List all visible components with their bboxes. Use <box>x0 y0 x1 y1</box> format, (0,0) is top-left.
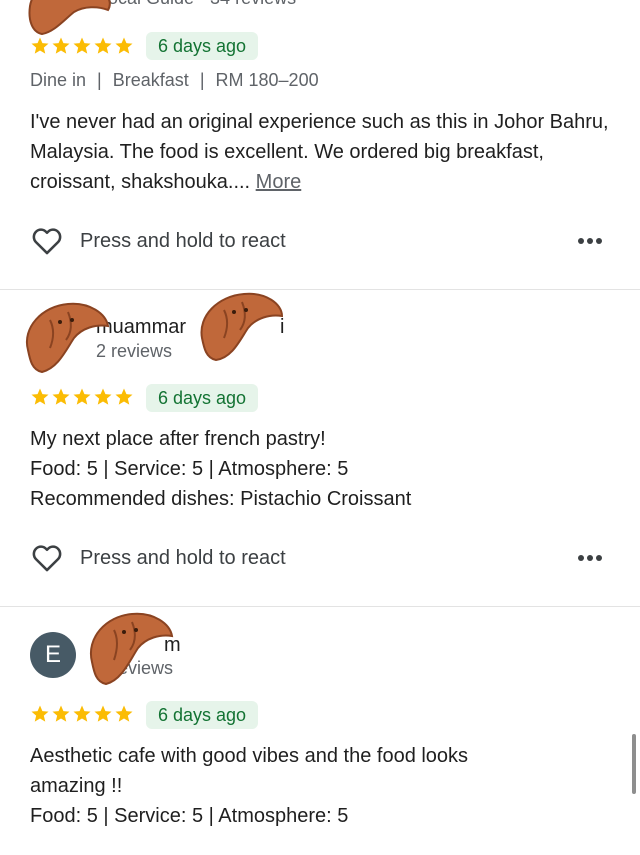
atmosphere-label: Atmosphere: <box>218 458 332 480</box>
react-label[interactable]: Press and hold to react <box>80 547 286 570</box>
croissant-sticker <box>89 612 174 686</box>
atmosphere-value: 5 <box>331 805 349 827</box>
star-icon <box>94 37 112 54</box>
review-3-line: Aesthetic cafe with good vibes and the f… <box>30 745 469 797</box>
review-2-text: My next place after french pastry! Food:… <box>30 424 610 514</box>
dishes-label: Recommended dishes: <box>30 488 235 510</box>
star-icon <box>52 388 70 405</box>
dishes-value: Pistachio Croissant <box>234 488 412 510</box>
croissant-sticker <box>25 302 110 374</box>
review-2-time-badge: 6 days ago <box>146 384 259 412</box>
atmosphere-label: Atmosphere: <box>218 805 332 827</box>
star-icon <box>73 37 91 54</box>
star-icon <box>31 388 49 405</box>
more-dots-icon[interactable] <box>570 538 610 578</box>
service-value: 5 | <box>186 805 219 827</box>
star-icon <box>94 705 112 722</box>
more-link[interactable]: More <box>256 171 302 193</box>
service-label: Service: <box>114 458 187 480</box>
review-2-stars <box>30 387 134 411</box>
star-icon <box>31 705 49 722</box>
croissant-sticker <box>28 0 111 36</box>
tag-price: RM 180–200 <box>215 70 319 90</box>
star-icon <box>73 705 91 722</box>
food-label: Food: <box>30 458 82 480</box>
review-3-text: Aesthetic cafe with good vibes and the f… <box>30 741 530 831</box>
review-1-tags: Dine in | Breakfast | RM 180–200 <box>30 68 319 92</box>
atmosphere-value: 5 <box>331 458 349 480</box>
divider <box>0 289 640 290</box>
review-1-text: I've never had an original experience su… <box>30 107 610 197</box>
review-1-subtitle: ocal Guide · 34 reviews <box>108 0 296 10</box>
star-icon <box>115 388 133 405</box>
tag-separator: | <box>97 70 102 90</box>
review-2-line: My next place after french pastry! <box>30 428 326 450</box>
review-1-react-row: Press and hold to react <box>30 221 610 261</box>
food-value: 5 | <box>81 458 115 480</box>
react-label[interactable]: Press and hold to react <box>80 230 286 253</box>
star-icon <box>115 37 133 54</box>
star-icon <box>52 705 70 722</box>
review-2-react-row: Press and hold to react <box>30 538 610 578</box>
star-icon <box>73 388 91 405</box>
divider <box>0 606 640 607</box>
food-value: 5 | <box>81 805 115 827</box>
review-3-ratings: Food: 5 | Service: 5 | Atmosphere: 5 <box>30 801 530 831</box>
tag-separator: | <box>199 70 205 90</box>
tag-dine-in: Dine in <box>30 70 87 90</box>
review-2-ratings: Food: 5 | Service: 5 | Atmosphere: 5 <box>30 454 610 484</box>
avatar[interactable]: E <box>30 632 76 678</box>
heart-outline-icon[interactable] <box>30 541 64 575</box>
review-3-time-badge: 6 days ago <box>146 701 259 729</box>
more-dots-icon[interactable] <box>570 221 610 261</box>
star-icon <box>115 705 133 722</box>
scrollbar[interactable] <box>632 734 636 794</box>
star-icon <box>94 388 112 405</box>
review-1-body: I've never had an original experience su… <box>30 111 609 193</box>
service-value: 5 | <box>186 458 219 480</box>
croissant-sticker <box>200 292 284 362</box>
review-1-stars <box>30 36 134 60</box>
review-1-time-badge: 6 days ago <box>146 32 259 60</box>
service-label: Service: <box>114 805 187 827</box>
tag-breakfast: Breakfast <box>112 70 189 90</box>
food-label: Food: <box>30 805 82 827</box>
review-3-stars <box>30 704 134 728</box>
review-2-dishes: Recommended dishes: Pistachio Croissant <box>30 484 610 514</box>
heart-outline-icon[interactable] <box>30 224 64 258</box>
star-icon <box>31 37 49 54</box>
star-icon <box>52 37 70 54</box>
